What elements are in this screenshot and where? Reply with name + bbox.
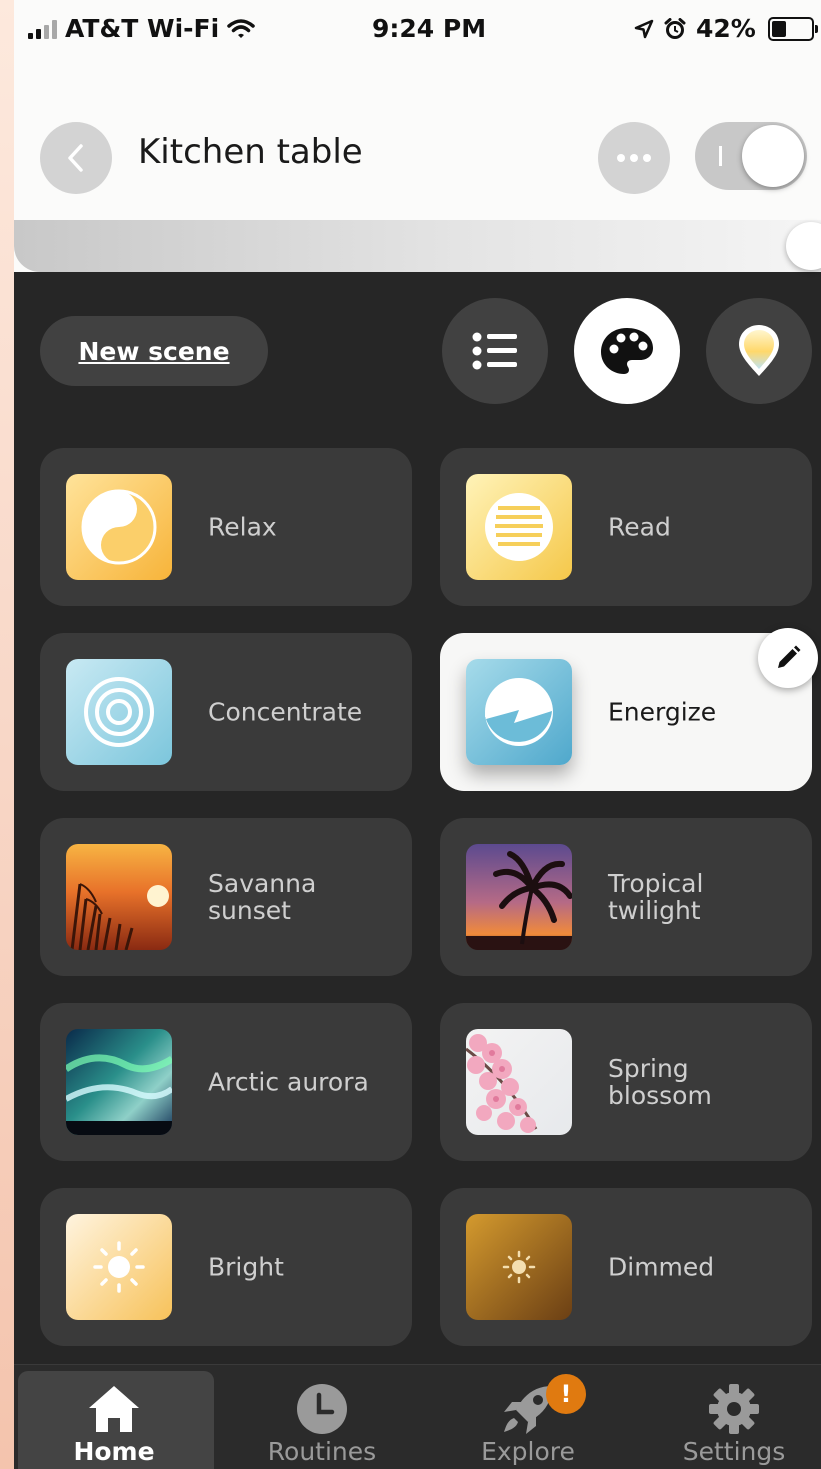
ellipsis-dot: [630, 154, 638, 162]
scene-thumbnail: [466, 1029, 572, 1135]
aurora-photo: [66, 1029, 172, 1135]
energy-circle-icon: [466, 659, 572, 765]
toggle-knob: [742, 125, 804, 187]
ellipsis-dot: [643, 154, 651, 162]
scene-thumbnail: [466, 659, 572, 765]
toggle-on-mark: [719, 146, 722, 166]
home-icon: [86, 1381, 142, 1437]
scene-label: Arctic aurora: [208, 1067, 369, 1097]
yin-yang-icon: [66, 474, 172, 580]
scene-thumbnail: [66, 1029, 172, 1135]
savanna-sunset-photo: [66, 844, 172, 950]
tab-label: Routines: [267, 1437, 377, 1466]
scene-thumbnail: [66, 844, 172, 950]
scene-card-spring-blossom[interactable]: Spring blossom: [440, 1003, 812, 1161]
scene-gallery-button[interactable]: [574, 298, 680, 404]
signal-icon: [28, 19, 57, 39]
tab-label: Explore: [481, 1437, 575, 1466]
alarm-icon: [664, 17, 686, 39]
carrier-label: AT&T Wi-Fi: [65, 14, 220, 43]
status-time: 9:24 PM: [372, 14, 487, 43]
scene-card-concentrate[interactable]: Concentrate: [40, 633, 412, 791]
pencil-icon: [778, 645, 801, 668]
list-view-button[interactable]: [442, 298, 548, 404]
location-arrow-icon: [634, 19, 654, 38]
scene-thumbnail: [66, 659, 172, 765]
scene-label: Concentrate: [208, 697, 363, 727]
scene-thumbnail: [66, 474, 172, 580]
dim-sun-icon: [466, 1214, 572, 1320]
page-title: Kitchen table: [138, 132, 363, 172]
scene-label: Dimmed: [608, 1252, 715, 1282]
brightness-slider[interactable]: [14, 220, 821, 272]
status-bar: AT&T Wi-Fi 9:24 PM 42%: [14, 0, 821, 60]
blossom-photo: [466, 1029, 572, 1135]
gear-icon: [706, 1381, 762, 1437]
battery-percent: 42%: [696, 14, 756, 43]
scene-card-savanna-sunset[interactable]: Savanna sunset: [40, 818, 412, 976]
scene-thumbnail: [466, 474, 572, 580]
clock-icon: [294, 1381, 350, 1437]
list-icon: [472, 332, 517, 370]
tab-label: Home: [73, 1437, 155, 1466]
status-right: 42%: [634, 14, 818, 43]
color-picker-pin-icon: [739, 325, 779, 376]
explore-notification-badge: !: [546, 1374, 586, 1414]
status-left: AT&T Wi-Fi: [28, 14, 255, 43]
color-picker-button[interactable]: [706, 298, 812, 404]
scene-label: Relax: [208, 512, 277, 542]
scene-thumbnail: [66, 1214, 172, 1320]
chevron-left-icon: [68, 144, 83, 172]
tab-settings[interactable]: Settings: [634, 1365, 821, 1469]
palm-tree-photo: [466, 844, 572, 950]
light-header: AT&T Wi-Fi 9:24 PM 42% Kitchen table: [14, 0, 821, 272]
scene-label: Energize: [608, 697, 717, 727]
more-options-button[interactable]: [598, 122, 670, 194]
scene-label: Spring blossom: [608, 1054, 712, 1110]
scene-card-arctic-aurora[interactable]: Arctic aurora: [40, 1003, 412, 1161]
sun-icon: [66, 1214, 172, 1320]
scene-card-dimmed[interactable]: Dimmed: [440, 1188, 812, 1346]
scene-thumbnail: [466, 1214, 572, 1320]
wifi-icon: [227, 18, 255, 38]
scene-thumbnail: [466, 844, 572, 950]
scene-card-read[interactable]: Read: [440, 448, 812, 606]
concentric-circles-icon: [66, 659, 172, 765]
ellipsis-dot: [617, 154, 625, 162]
power-toggle[interactable]: [695, 122, 807, 190]
app-screen: AT&T Wi-Fi 9:24 PM 42% Kitchen table New…: [14, 0, 821, 1469]
scene-card-tropical-twilight[interactable]: Tropical twilight: [440, 818, 812, 976]
tab-explore[interactable]: Explore: [428, 1365, 628, 1469]
tab-routines[interactable]: Routines: [222, 1365, 422, 1469]
bottom-tab-bar: Home Routines Explore Settings: [14, 1364, 821, 1469]
scene-card-relax[interactable]: Relax: [40, 448, 412, 606]
lines-icon: [466, 474, 572, 580]
scene-card-energize[interactable]: Energize: [440, 633, 812, 791]
scene-label: Savanna sunset: [208, 869, 317, 925]
battery-icon: [767, 16, 818, 41]
new-scene-button[interactable]: New scene: [40, 316, 268, 386]
scene-card-bright[interactable]: Bright: [40, 1188, 412, 1346]
palette-icon: [601, 328, 653, 374]
edit-scene-button[interactable]: [758, 628, 818, 688]
tab-home[interactable]: Home: [14, 1365, 214, 1469]
scene-label: Bright: [208, 1252, 284, 1282]
back-button[interactable]: [40, 122, 112, 194]
wallpaper-edge: [0, 0, 14, 1469]
scene-label: Read: [608, 512, 671, 542]
scene-label: Tropical twilight: [608, 869, 704, 925]
tab-label: Settings: [682, 1437, 786, 1466]
